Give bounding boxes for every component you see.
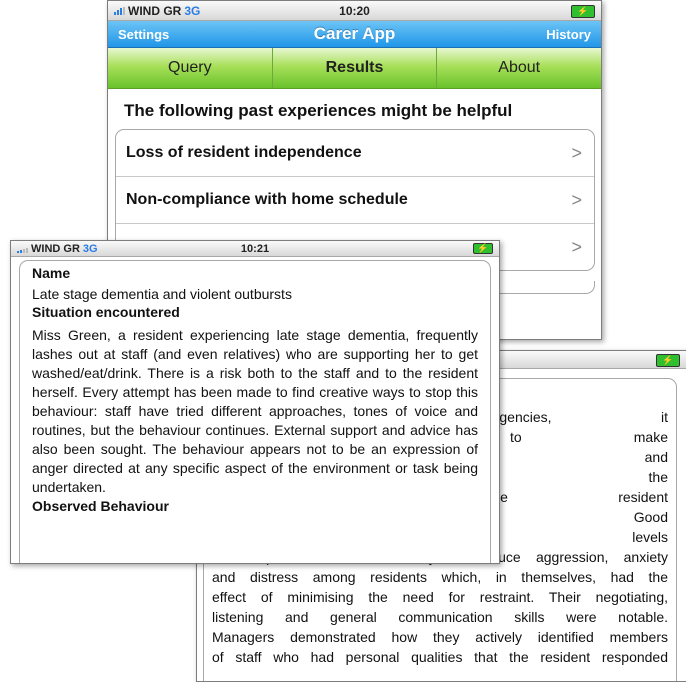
text-line: listening and general communication skil… bbox=[212, 609, 668, 625]
tab-query[interactable]: Query bbox=[108, 48, 273, 88]
status-bar: WIND GR 3G 10:20 ⚡ bbox=[108, 1, 601, 21]
signal-icon bbox=[114, 6, 125, 15]
nav-bar: Settings Carer App History bbox=[108, 21, 601, 48]
network-label: 3G bbox=[184, 3, 201, 18]
battery-icon: ⚡ bbox=[571, 5, 595, 18]
name-label: Name bbox=[32, 265, 71, 281]
tab-about[interactable]: About bbox=[437, 48, 601, 88]
clock: 10:21 bbox=[240, 242, 270, 255]
results-heading: The following past experiences might be … bbox=[124, 101, 513, 120]
carrier-label: WIND GR bbox=[31, 242, 80, 255]
text-line: effect of minimising the need for restra… bbox=[212, 589, 668, 605]
settings-button[interactable]: Settings bbox=[118, 27, 169, 42]
text-line: Managers demonstrated how they actively … bbox=[212, 629, 668, 645]
app-title: Carer App bbox=[313, 24, 396, 43]
clock: 10:20 bbox=[339, 3, 370, 18]
signal-icon bbox=[17, 245, 28, 253]
status-bar: WIND GR 3G 10:21 ⚡ bbox=[11, 241, 499, 257]
history-button[interactable]: History bbox=[546, 27, 591, 42]
chevron-right-icon: > bbox=[571, 236, 582, 257]
list-item-label: Loss of resident independence bbox=[126, 144, 362, 161]
network-label: 3G bbox=[82, 242, 98, 255]
segmented-tabs: Query Results About bbox=[108, 48, 601, 89]
observed-behaviour-label: Observed Behaviour bbox=[32, 498, 169, 514]
chevron-right-icon: > bbox=[571, 142, 582, 163]
chevron-right-icon: > bbox=[571, 189, 582, 210]
situation-label: Situation encountered bbox=[32, 304, 180, 320]
tab-results[interactable]: Results bbox=[273, 48, 438, 88]
text-line: and distress among residents which, in t… bbox=[212, 569, 668, 585]
name-value: Late stage dementia and violent outburst… bbox=[32, 286, 292, 302]
list-item-label: Non-compliance with home schedule bbox=[126, 191, 408, 208]
battery-icon: ⚡ bbox=[656, 354, 680, 367]
carrier-label: WIND GR bbox=[128, 3, 182, 18]
detail-card: Name Late stage dementia and violent out… bbox=[19, 260, 491, 563]
front-screen: WIND GR 3G 10:21 ⚡ Name Late stage demen… bbox=[10, 240, 500, 564]
list-item[interactable]: Non-compliance with home schedule > bbox=[116, 177, 594, 224]
list-item[interactable]: Loss of resident independence > bbox=[116, 130, 594, 177]
situation-text: Miss Green, a resident experiencing late… bbox=[32, 327, 478, 495]
battery-icon: ⚡ bbox=[473, 243, 493, 254]
text-line: of staff who had personal qualities that… bbox=[212, 649, 668, 665]
